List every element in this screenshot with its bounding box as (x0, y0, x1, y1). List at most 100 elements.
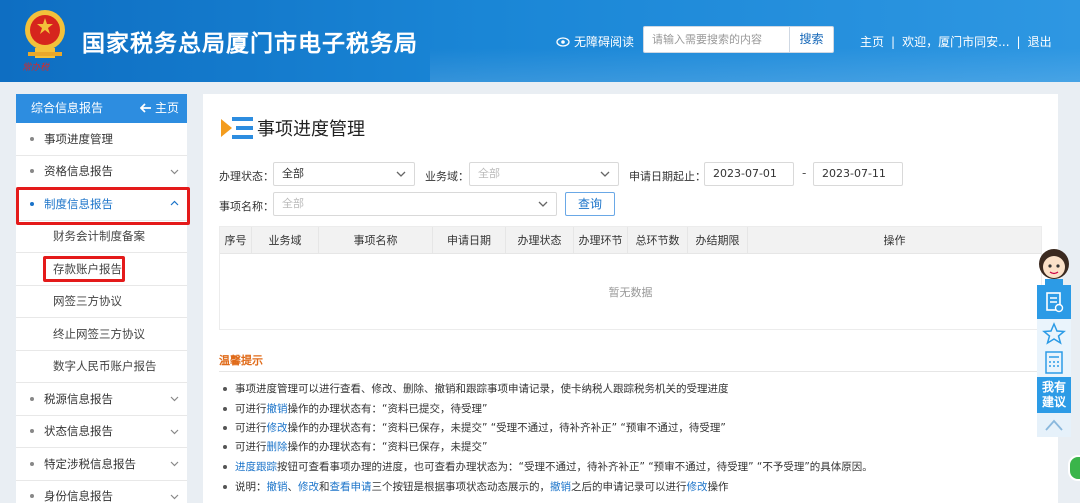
float-suggest-button[interactable]: 我有建议 (1037, 377, 1071, 413)
sidebar-item-label: 财务会计制度备案 (53, 229, 145, 244)
tip-keyword-link[interactable]: 撤销 (267, 403, 288, 415)
tip-text: 、 (287, 481, 299, 493)
domain-select[interactable]: 全部 (469, 162, 619, 186)
tip-text: 按钮可查看事项办理的进度，也可查看办理状态为：“受理不通过，待补齐补正” “预审… (277, 461, 873, 473)
table-column-header: 申请日期 (433, 227, 506, 254)
float-apply-button[interactable] (1037, 285, 1071, 319)
star-icon (1042, 322, 1066, 345)
date-range-label: 申请日期起止： (629, 170, 706, 183)
tip-item: 可进行撤销操作的办理状态有：“资料已提交，待受理” (223, 401, 487, 416)
sidebar-title: 综合信息报告 (31, 101, 104, 115)
chevron-down-icon (170, 461, 179, 467)
sidebar-item-label: 特定涉税信息报告 (44, 456, 136, 471)
document-icon (1046, 292, 1064, 313)
top-header: 常办税 国家税务总局厦门市电子税务局 无障碍阅读 请输入需要搜索的内容 搜索 主… (0, 0, 1080, 82)
domain-label: 业务域： (425, 170, 469, 183)
tip-item: 可进行删除操作的办理状态有：“资料已保存，未提交” (223, 439, 487, 454)
tips-title: 温馨提示 (219, 354, 263, 367)
accessibility-link[interactable]: 无障碍阅读 (556, 33, 634, 50)
bullet-dot (30, 429, 34, 434)
date-start-input[interactable]: 2023-07-01 (704, 162, 794, 186)
chevron-down-icon (600, 171, 610, 177)
sidebar-home-link[interactable]: 主页 (139, 94, 179, 123)
tip-keyword-link[interactable]: 撤销 (550, 481, 571, 493)
float-top-button[interactable] (1037, 413, 1071, 437)
tip-text: 操作 (707, 481, 729, 493)
bullet-dot (223, 465, 227, 469)
tip-keyword-link[interactable]: 修改 (687, 481, 708, 493)
top-links: 主页 | 欢迎，厦门市同安... | 退出 (860, 33, 1052, 50)
float-calculator-button[interactable] (1037, 349, 1071, 377)
table-column-header: 办理状态 (506, 227, 574, 254)
query-button[interactable]: 查询 (565, 192, 615, 216)
sidebar-item[interactable]: 资格信息报告 (16, 156, 187, 188)
welcome-user[interactable]: 欢迎，厦门市同安... (902, 35, 1009, 49)
float-favorite-button[interactable] (1037, 319, 1071, 349)
suggest-label: 我有建议 (1041, 380, 1066, 409)
sidebar-header: 综合信息报告 主页 (16, 94, 187, 123)
tip-text: 和 (319, 481, 330, 493)
tip-keyword-link[interactable]: 进度跟踪 (235, 461, 277, 473)
sidebar-item[interactable]: 状态信息报告 (16, 416, 187, 448)
divider: | (1016, 35, 1021, 49)
home-link[interactable]: 主页 (860, 35, 884, 49)
tip-item: 可进行修改操作的办理状态有：“资料已保存，未提交” “受理不通过，待补齐补正” … (223, 420, 726, 435)
sidebar-item[interactable]: 特定涉税信息报告 (16, 448, 187, 481)
progress-list-icon (221, 117, 253, 139)
sidebar-subitem[interactable]: 终止网签三方协议 (16, 318, 187, 351)
online-service-badge[interactable] (1068, 455, 1080, 481)
item-name-select[interactable]: 全部 (273, 192, 557, 216)
tip-text: 说明： (235, 481, 267, 493)
sidebar-subitem[interactable]: 财务会计制度备案 (16, 221, 187, 253)
bullet-dot (30, 494, 34, 499)
chevron-down-icon (396, 171, 406, 177)
chevron-down-icon (170, 494, 179, 499)
sidebar-item[interactable]: 税源信息报告 (16, 383, 187, 416)
sidebar-item-label: 税源信息报告 (44, 391, 113, 406)
sidebar-item[interactable]: 身份信息报告 (16, 481, 187, 503)
tip-text: 操作的办理状态有：“资料已保存，未提交” (287, 441, 488, 453)
sidebar-subitem[interactable]: 网签三方协议 (16, 286, 187, 318)
table-column-header: 总环节数 (628, 227, 688, 254)
tips-divider (219, 371, 1042, 372)
table-column-header: 序号 (220, 227, 252, 254)
status-label: 办理状态： (219, 170, 274, 183)
page-title: 事项进度管理 (257, 119, 365, 140)
tip-keyword-link[interactable]: 撤销 (267, 481, 288, 493)
tip-text: 事项进度管理可以进行查看、修改、删除、撤销和跟踪事项申请记录，使卡纳税人跟踪税务… (235, 383, 729, 395)
chevron-up-icon (1045, 419, 1063, 431)
search-button[interactable]: 搜索 (789, 26, 834, 53)
logout-link[interactable]: 退出 (1028, 35, 1052, 49)
table-header: 序号 业务域 事项名称 申请日期 办理状态 办理环节 总环节数 办结期限 操作 (220, 227, 1041, 254)
assistant-avatar-icon[interactable] (1036, 246, 1072, 286)
date-end-input[interactable]: 2023-07-11 (813, 162, 903, 186)
bullet-dot (30, 169, 34, 174)
sidebar-item-label: 状态信息报告 (44, 424, 113, 439)
sidebar-item-label: 身份信息报告 (44, 489, 113, 503)
site-title: 国家税务总局厦门市电子税务局 (82, 31, 418, 57)
search-input[interactable]: 请输入需要搜索的内容 (643, 26, 789, 53)
sidebar-subitem[interactable]: 数字人民币账户报告 (16, 351, 187, 383)
domain-value: 全部 (478, 167, 500, 180)
chevron-down-icon (170, 429, 179, 434)
bullet-dot (223, 426, 227, 430)
page-title-area: 事项进度管理 (219, 114, 365, 142)
tip-text: 三个按钮是根据事项状态动态展示的， (371, 481, 551, 493)
sidebar-item[interactable]: 事项进度管理 (16, 123, 187, 156)
table-column-header: 办结期限 (688, 227, 748, 254)
tip-keyword-link[interactable]: 修改 (298, 481, 319, 493)
tip-keyword-link[interactable]: 修改 (267, 422, 288, 434)
status-value: 全部 (282, 167, 304, 180)
bullet-dot (223, 387, 227, 391)
tip-keyword-link[interactable]: 查看申请 (330, 481, 372, 493)
table-column-header: 业务域 (252, 227, 319, 254)
table-column-header: 事项名称 (319, 227, 433, 254)
tip-keyword-link[interactable]: 删除 (267, 441, 288, 453)
status-select[interactable]: 全部 (273, 162, 415, 186)
chevron-down-icon (538, 201, 548, 207)
bullet-dot (223, 407, 227, 411)
chevron-down-icon (170, 169, 179, 174)
progress-table: 序号 业务域 事项名称 申请日期 办理状态 办理环节 总环节数 办结期限 操作 暂无数据 (219, 226, 1042, 330)
item-name-value: 全部 (282, 197, 304, 210)
back-arrow-icon (139, 103, 151, 113)
